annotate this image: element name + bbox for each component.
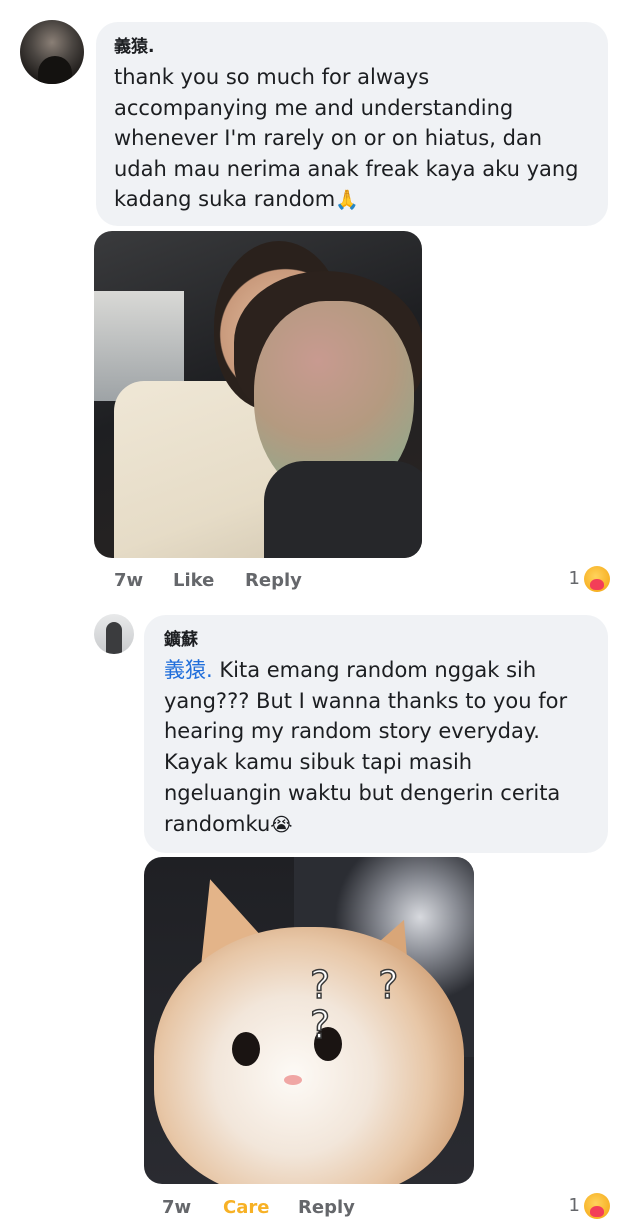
image-overlay-text: ? ? ?	[309, 963, 417, 1047]
cat-nose	[284, 1075, 302, 1085]
comment-author[interactable]: 義猿.	[114, 36, 590, 58]
comment-line: kadang suka random🙏	[114, 184, 590, 216]
care-emoji-icon	[584, 566, 610, 592]
reply-line: randomku😭	[164, 809, 590, 841]
avatar-silhouette	[106, 622, 122, 654]
timestamp[interactable]: 7w	[162, 1195, 191, 1221]
reply-line-text: Kita emang random nggak sih	[212, 658, 537, 682]
avatar-silhouette	[38, 56, 72, 84]
comment-bubble: 義猿. thank you so much for always accompa…	[96, 22, 608, 226]
reaction-count: 1	[568, 1195, 580, 1216]
care-reaction-button[interactable]: Care	[223, 1195, 269, 1221]
reaction-count: 1	[568, 568, 580, 589]
comment-line: thank you so much for always	[114, 65, 430, 89]
reply-button[interactable]: Reply	[298, 1195, 355, 1221]
photo-person-b-body	[264, 461, 422, 558]
comment-line: udah mau nerima anak freak kaya aku yang	[114, 156, 579, 181]
reply-line: 義猿. Kita emang random nggak sih	[164, 655, 590, 686]
reply-bubble: 鑛蘇 義猿. Kita emang random nggak sih yang?…	[144, 615, 608, 853]
comment-photo[interactable]	[94, 231, 422, 558]
timestamp[interactable]: 7w	[114, 568, 143, 594]
reply-line-text: randomku	[164, 811, 271, 836]
reply-author[interactable]: 鑛蘇	[164, 629, 590, 651]
comment-line-text: kadang suka random	[114, 187, 336, 211]
avatar[interactable]	[94, 614, 134, 654]
comment-thread: 義猿. thank you so much for always accompa…	[0, 0, 629, 1225]
reply-text: 義猿. Kita emang random nggak sih yang??? …	[164, 655, 590, 840]
reply-button[interactable]: Reply	[245, 568, 302, 594]
comment-text: thank you so much for always accompanyin…	[114, 62, 590, 216]
reply-line: hearing my random story everyday.	[164, 719, 540, 744]
reply-photo[interactable]: ? ? ?	[144, 857, 474, 1184]
like-button[interactable]: Like	[173, 568, 214, 594]
care-emoji-icon	[584, 1193, 610, 1219]
folded-hands-emoji-icon: 🙏	[335, 189, 359, 211]
crying-face-emoji-icon: 😭	[270, 813, 293, 836]
reaction-summary[interactable]: 1	[530, 1193, 610, 1219]
reply-line: Kayak kamu sibuk tapi masih	[164, 750, 473, 775]
cat-eye-left	[232, 1032, 260, 1066]
reaction-summary[interactable]: 1	[530, 566, 610, 592]
mention-link[interactable]: 義猿.	[164, 658, 213, 682]
comment-line: accompanying me and understanding	[114, 95, 514, 120]
avatar[interactable]	[20, 20, 84, 84]
reply-line: ngeluangin waktu but dengerin cerita	[164, 780, 561, 805]
reply-line: yang??? But I wanna thanks to you for	[164, 688, 568, 713]
comment-line: whenever I'm rarely on or on hiatus, dan	[114, 126, 543, 150]
